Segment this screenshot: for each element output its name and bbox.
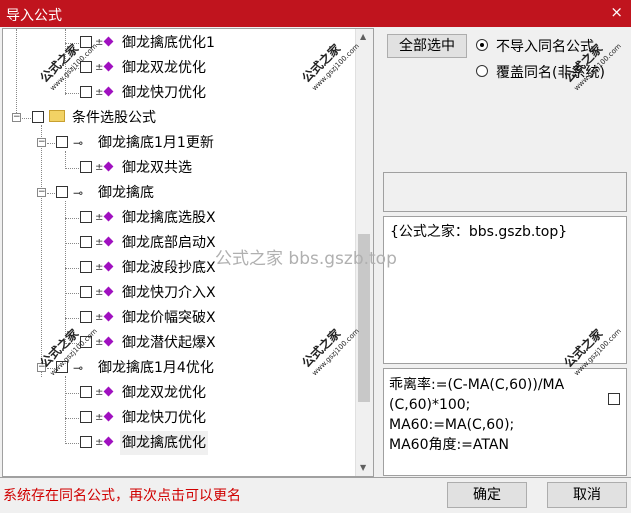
cancel-button[interactable]: 取消	[547, 482, 627, 508]
window-title: 导入公式	[6, 8, 62, 24]
formula-text: 乖离率:=(C-MA(C,60))/MA (C,60)*100; MA60:=M…	[389, 377, 565, 453]
formula-icon	[103, 311, 114, 322]
item-checkbox[interactable]	[80, 386, 92, 398]
item-checkbox[interactable]	[56, 186, 68, 198]
item-checkbox[interactable]	[80, 411, 92, 423]
formula-icon	[103, 261, 114, 272]
tree-item[interactable]: ± 御龙价幅突破X	[3, 306, 358, 330]
tree-group[interactable]: − ⊸ 御龙擒底1月1更新	[3, 131, 358, 155]
ok-button[interactable]: 确定	[447, 482, 527, 508]
formula-icon	[103, 411, 114, 422]
collapse-icon[interactable]: −	[37, 138, 46, 147]
item-checkbox[interactable]	[80, 236, 92, 248]
item-checkbox[interactable]	[80, 261, 92, 273]
folder-icon	[49, 110, 65, 122]
radio-overwrite[interactable]	[476, 65, 488, 77]
tree-item-selected[interactable]: ± 御龙擒底优化	[3, 431, 358, 455]
formula-icon	[103, 211, 114, 222]
scroll-up-icon[interactable]: ▲	[360, 32, 366, 41]
info-text: {公式之家：bbs.gszb.top}	[390, 224, 568, 240]
radio-no-import-label: 不导入同名公式	[496, 39, 594, 55]
item-checkbox[interactable]	[80, 436, 92, 448]
close-icon[interactable]: ×	[610, 3, 623, 21]
item-checkbox[interactable]	[80, 86, 92, 98]
scroll-down-icon[interactable]: ▼	[360, 463, 366, 472]
collapse-icon[interactable]: −	[37, 188, 46, 197]
tree-item[interactable]: ± 御龙双龙优化	[3, 381, 358, 405]
name-field[interactable]	[383, 172, 627, 212]
item-checkbox[interactable]	[80, 286, 92, 298]
tree-folder[interactable]: − 条件选股公式	[3, 106, 358, 130]
formula-icon	[103, 86, 114, 97]
formula-icon	[103, 386, 114, 397]
formula-icon	[103, 61, 114, 72]
formula-icon	[103, 36, 114, 47]
radio-no-import[interactable]	[476, 39, 488, 51]
watermark-center: 公式之家 bbs.gszb.top	[215, 249, 397, 269]
formula-preview: 乖离率:=(C-MA(C,60))/MA (C,60)*100; MA60:=M…	[383, 368, 627, 476]
formula-icon	[103, 436, 114, 447]
tree-item[interactable]: ± 御龙快刀优化	[3, 406, 358, 430]
formula-icon	[103, 286, 114, 297]
title-bar: 导入公式 ×	[0, 0, 631, 27]
tree-item[interactable]: ± 御龙快刀介入X	[3, 281, 358, 305]
divider	[0, 477, 631, 478]
formula-icon	[103, 236, 114, 247]
item-checkbox[interactable]	[80, 211, 92, 223]
formula-icon	[103, 336, 114, 347]
key-icon: ⊸	[73, 186, 84, 200]
tree-item[interactable]: ± 御龙双共选	[3, 156, 358, 180]
formula-icon	[103, 161, 114, 172]
preview-checkbox[interactable]	[608, 393, 620, 405]
tree-group[interactable]: − ⊸ 御龙擒底	[3, 181, 358, 205]
select-all-button[interactable]: 全部选中	[387, 34, 467, 58]
key-icon: ⊸	[73, 136, 84, 150]
tree-item[interactable]: ± 御龙擒底优化1	[3, 31, 358, 55]
item-checkbox[interactable]	[32, 111, 44, 123]
tree-item[interactable]: ± 御龙擒底选股X	[3, 206, 358, 230]
status-message: 系统存在同名公式，再次点击可以更名	[3, 488, 241, 504]
item-checkbox[interactable]	[56, 136, 68, 148]
item-checkbox[interactable]	[80, 161, 92, 173]
collapse-icon[interactable]: −	[12, 113, 21, 122]
